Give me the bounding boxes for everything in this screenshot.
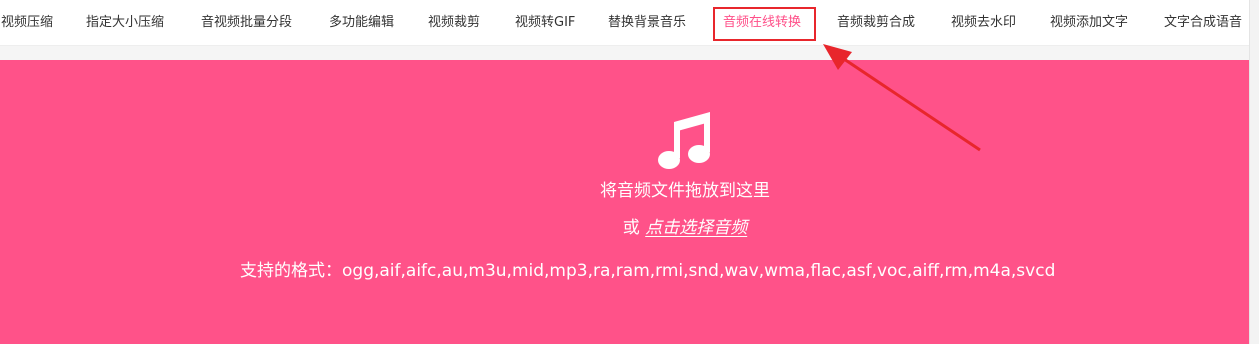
nav-item-video-compress[interactable]: 视频压缩 [1, 0, 53, 45]
drop-instruction-text: 将音频文件拖放到这里 [600, 181, 770, 201]
supported-formats-text: 支持的格式：ogg,aif,aifc,au,m3u,mid,mp3,ra,ram… [240, 261, 1056, 281]
nav-item-multi-edit[interactable]: 多功能编辑 [329, 0, 394, 45]
audio-drop-zone[interactable] [0, 60, 1249, 344]
nav-item-video-to-gif[interactable]: 视频转GIF [515, 0, 575, 45]
nav-item-video-crop[interactable]: 视频裁剪 [428, 0, 480, 45]
choose-audio-link[interactable]: 点击选择音频 [645, 218, 747, 238]
choose-line: 或 点击选择音频 [560, 216, 810, 240]
nav-item-add-text[interactable]: 视频添加文字 [1050, 0, 1128, 45]
or-text: 或 [622, 218, 640, 238]
active-item-highlight-box [713, 7, 816, 41]
music-note-icon [658, 112, 710, 169]
nav-item-audio-cut-merge[interactable]: 音频裁剪合成 [837, 0, 915, 45]
nav-item-batch-split[interactable]: 音视频批量分段 [201, 0, 292, 45]
nav-divider-strip [0, 46, 1259, 60]
scrollbar[interactable] [1249, 0, 1259, 344]
nav-item-remove-watermark[interactable]: 视频去水印 [951, 0, 1016, 45]
nav-item-size-compress[interactable]: 指定大小压缩 [86, 0, 164, 45]
nav-item-replace-bgm[interactable]: 替换背景音乐 [608, 0, 686, 45]
top-nav: 视频压缩 指定大小压缩 音视频批量分段 多功能编辑 视频裁剪 视频转GIF 替换… [0, 0, 1259, 46]
nav-item-text-to-speech[interactable]: 文字合成语音 [1164, 0, 1242, 45]
